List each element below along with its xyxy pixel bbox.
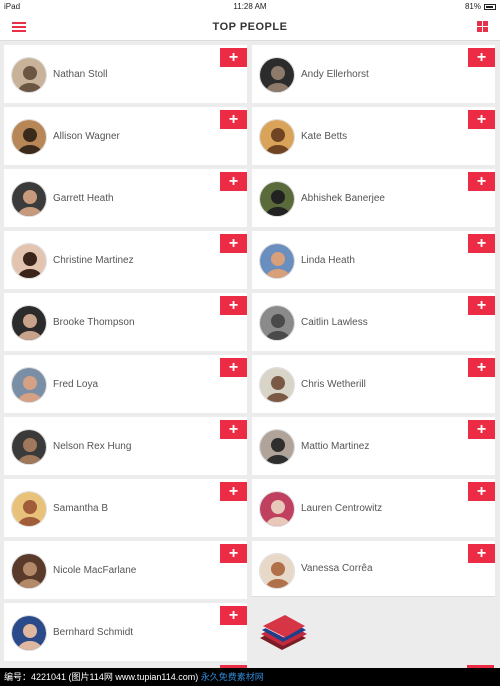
avatar [259,367,295,403]
person-card[interactable]: Nathan Stoll + [4,45,247,103]
person-name: Vanessa Corrêa [301,563,373,574]
person-name: Mattio Martinez [301,441,370,452]
person-card[interactable]: Mattio Martinez + [252,417,495,475]
person-name: Kate Betts [301,131,348,142]
person-card[interactable]: Brooke Thompson + [4,293,247,351]
add-person-button[interactable]: + [468,544,495,563]
person-name: Bernhard Schmidt [53,627,134,638]
avatar [11,615,47,651]
person-card[interactable]: Christine Martinez + [4,231,247,289]
person-card[interactable]: Kate Betts + [252,107,495,165]
person-card[interactable]: Allison Wagner + [4,107,247,165]
person-name: Nelson Rex Hung [53,441,132,452]
person-card[interactable]: Abhishek Banerjee + [252,169,495,227]
add-person-button[interactable]: + [468,234,495,253]
watermark-site: 永久免费素材网 [200,672,264,682]
avatar [259,119,295,155]
watermark-id: 编号：4221041 (图片114网 www.tupian114.com) [4,672,199,682]
person-name: Nicole MacFarlane [53,565,137,576]
person-card[interactable]: Nelson Rex Hung + [4,417,247,475]
add-person-button[interactable]: + [220,606,247,625]
add-person-button[interactable]: + [220,172,247,191]
avatar [259,305,295,341]
avatar [11,429,47,465]
avatar [259,429,295,465]
add-person-button[interactable]: + [220,544,247,563]
person-name: Linda Heath [301,255,355,266]
add-person-button[interactable]: + [468,358,495,377]
person-card[interactable]: Lauren Centrowitz + [252,479,495,537]
person-name: Abhishek Banerjee [301,193,385,204]
avatar [259,553,295,589]
avatar [11,181,47,217]
person-card[interactable]: Samantha B + [4,479,247,537]
avatar [259,491,295,527]
grid-view-icon[interactable] [477,21,488,32]
person-card[interactable]: Andy Ellerhorst + [252,45,495,103]
person-name: Caitlin Lawless [301,317,368,328]
person-card[interactable]: Vanessa Corrêa + [252,541,495,597]
add-person-button[interactable]: + [220,48,247,67]
page-title: TOP PEOPLE [212,21,288,33]
avatar [11,553,47,589]
person-card[interactable]: Caitlin Lawless + [252,293,495,351]
person-name: Samantha B [53,503,109,514]
person-name: Brooke Thompson [53,317,135,328]
add-person-button[interactable]: + [468,482,495,501]
nav-bar: TOP PEOPLE [0,13,500,41]
person-name: Lauren Centrowitz [301,503,383,514]
battery-percent: 81% [464,2,481,11]
add-person-button[interactable]: + [468,110,495,129]
add-person-button[interactable]: + [220,482,247,501]
person-card[interactable]: Nicole MacFarlane + [4,541,247,599]
avatar [11,367,47,403]
person-card[interactable]: Linda Heath + [252,231,495,289]
battery-icon [484,3,496,10]
avatar [259,181,295,217]
books-image [260,615,307,650]
avatar [11,119,47,155]
avatar [11,305,47,341]
avatar [11,243,47,279]
person-name: Garrett Heath [53,193,114,204]
person-card[interactable]: Bernhard Schmidt + [4,603,247,661]
battery-status: 81% [465,2,496,11]
status-bar: iPad 11:28 AM 81% [0,0,500,13]
add-person-button[interactable]: + [220,296,247,315]
watermark-bar: 编号：4221041 (图片114网 www.tupian114.com) 永久… [0,668,500,686]
person-name: Fred Loya [53,379,99,390]
add-person-button[interactable]: + [220,420,247,439]
person-card[interactable]: Chris Wetherill + [252,355,495,413]
add-person-button[interactable]: + [220,358,247,377]
person-card[interactable]: Garrett Heath + [4,169,247,227]
status-time: 11:28 AM [233,2,267,11]
person-name: Chris Wetherill [301,379,366,390]
person-card[interactable]: Fred Loya + [4,355,247,413]
person-name: Nathan Stoll [53,69,108,80]
avatar [11,57,47,93]
avatar [259,57,295,93]
add-person-button[interactable]: + [468,296,495,315]
add-person-button[interactable]: + [468,172,495,191]
people-list: Nathan Stoll + Andy Ellerhorst + Allison Wag… [0,41,500,671]
add-person-button[interactable]: + [468,420,495,439]
add-person-button[interactable]: + [220,234,247,253]
person-name: Allison Wagner [53,131,120,142]
avatar [11,491,47,527]
add-person-button[interactable]: + [468,48,495,67]
add-person-button[interactable]: + [220,110,247,129]
person-name: Andy Ellerhorst [301,69,369,80]
person-name: Christine Martinez [53,255,134,266]
avatar [259,243,295,279]
